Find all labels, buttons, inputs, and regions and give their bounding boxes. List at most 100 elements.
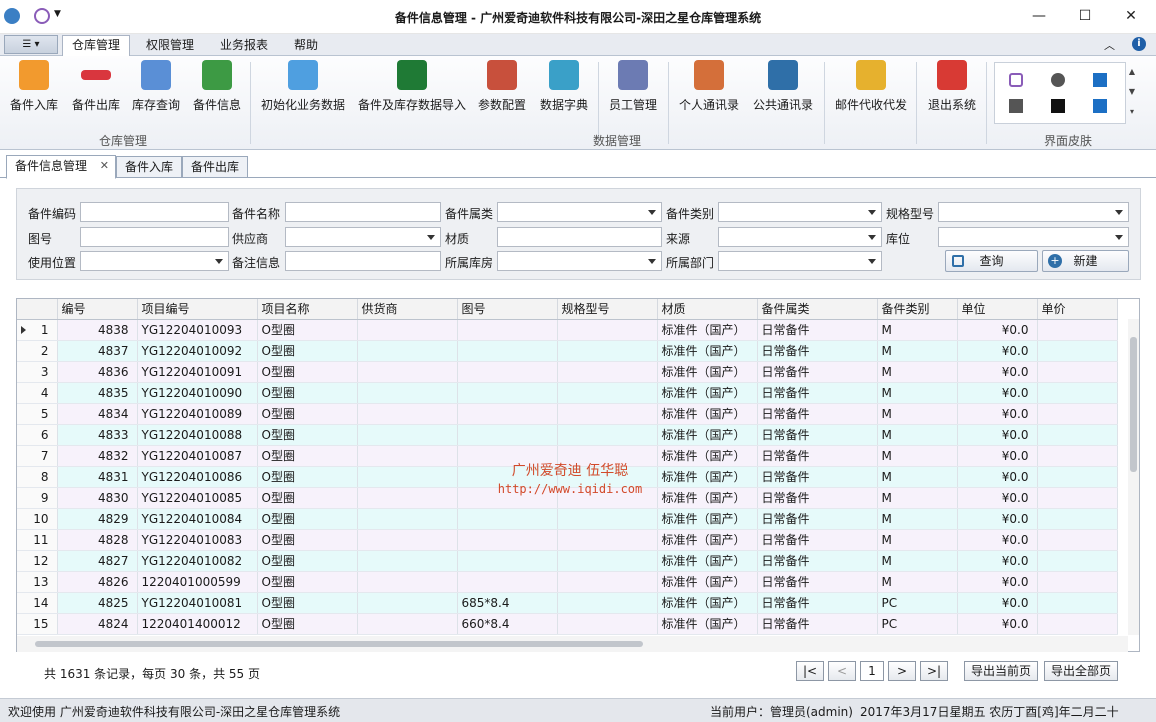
location-select[interactable] bbox=[938, 227, 1129, 247]
ribbon-button-exit[interactable]: 退出系统 bbox=[924, 60, 980, 113]
info-icon[interactable]: i bbox=[1132, 37, 1146, 51]
remarks-input[interactable] bbox=[285, 251, 441, 271]
supplier-cell[interactable] bbox=[357, 550, 458, 572]
supplier-cell[interactable] bbox=[357, 571, 458, 593]
unit-cell[interactable]: ¥0.0 bbox=[957, 319, 1038, 341]
row-number[interactable]: 11 bbox=[17, 529, 58, 551]
ribbon-button-params[interactable]: 参数配置 bbox=[476, 60, 528, 113]
part-class-cell[interactable]: 日常备件 bbox=[757, 424, 878, 446]
unit-cell[interactable]: ¥0.0 bbox=[957, 508, 1038, 530]
column-header[interactable]: 单价 bbox=[1037, 299, 1118, 320]
id-cell[interactable]: 4837 bbox=[57, 340, 138, 362]
part-category-cell[interactable]: M bbox=[877, 319, 958, 341]
supplier-cell[interactable] bbox=[357, 403, 458, 425]
supplier-cell[interactable] bbox=[357, 340, 458, 362]
material-cell[interactable]: 标准件（国产） bbox=[657, 529, 758, 551]
skin-gallery[interactable] bbox=[994, 62, 1126, 124]
spec-model-cell[interactable] bbox=[557, 613, 658, 635]
supplier-cell[interactable] bbox=[357, 592, 458, 614]
doc-tab-stock-out[interactable]: 备件出库 bbox=[182, 156, 249, 178]
skin-option-icon[interactable] bbox=[1051, 99, 1065, 113]
part-class-cell[interactable]: 日常备件 bbox=[757, 529, 878, 551]
row-number[interactable]: 3 bbox=[17, 361, 58, 383]
item-name-cell[interactable]: O型圈 bbox=[257, 466, 358, 488]
item-name-cell[interactable]: O型圈 bbox=[257, 424, 358, 446]
menu-tab-warehouse[interactable]: 仓库管理 bbox=[62, 35, 131, 57]
skin-gallery-scroll[interactable]: ▲ ▼ ▾ bbox=[1126, 62, 1138, 124]
new-button[interactable]: + 新建 bbox=[1042, 250, 1129, 272]
material-cell[interactable]: 标准件（国产） bbox=[657, 319, 758, 341]
table-row[interactable]: 13 4826 1220401000599 O型圈 标准件（国产） 日常备件 M ¥0.0 bbox=[17, 571, 1118, 593]
warehouse-select[interactable] bbox=[497, 251, 662, 271]
column-header[interactable]: 备件类别 bbox=[877, 299, 958, 320]
row-number[interactable]: 7 bbox=[17, 445, 58, 467]
supplier-cell[interactable] bbox=[357, 382, 458, 404]
item-code-cell[interactable]: YG12204010086 bbox=[137, 466, 258, 488]
ribbon-button-staff[interactable]: 员工管理 bbox=[606, 60, 660, 113]
supplier-cell[interactable] bbox=[357, 424, 458, 446]
menu-tab-reports[interactable]: 业务报表 bbox=[211, 36, 277, 56]
material-cell[interactable]: 标准件（国产） bbox=[657, 487, 758, 509]
drawing-no-cell[interactable] bbox=[457, 340, 558, 362]
item-code-cell[interactable]: 1220401400012 bbox=[137, 613, 258, 635]
table-row[interactable]: 4 4835 YG12204010090 O型圈 标准件（国产） 日常备件 M ¥0.0 bbox=[17, 382, 1118, 404]
column-header[interactable]: 图号 bbox=[457, 299, 558, 320]
item-code-cell[interactable]: YG12204010090 bbox=[137, 382, 258, 404]
item-name-cell[interactable]: O型圈 bbox=[257, 361, 358, 383]
material-cell[interactable]: 标准件（国产） bbox=[657, 424, 758, 446]
ribbon-button-inventory-query[interactable]: 库存查询 bbox=[130, 60, 182, 113]
skin-option-icon[interactable] bbox=[1093, 73, 1107, 87]
drawing-no-cell[interactable] bbox=[457, 529, 558, 551]
source-select[interactable] bbox=[718, 227, 882, 247]
column-header[interactable]: 单位 bbox=[957, 299, 1038, 320]
ribbon-button-stock-in[interactable]: 备件入库 bbox=[8, 60, 60, 113]
id-cell[interactable]: 4831 bbox=[57, 466, 138, 488]
row-number[interactable]: 14 bbox=[17, 592, 58, 614]
spec-model-cell[interactable] bbox=[557, 424, 658, 446]
supplier-cell[interactable] bbox=[357, 466, 458, 488]
table-row[interactable]: 12 4827 YG12204010082 O型圈 标准件（国产） 日常备件 M ¥0.0 bbox=[17, 550, 1118, 572]
id-cell[interactable]: 4828 bbox=[57, 529, 138, 551]
part-category-cell[interactable]: M bbox=[877, 403, 958, 425]
unit-cell[interactable]: ¥0.0 bbox=[957, 529, 1038, 551]
drawing-no-cell[interactable] bbox=[457, 550, 558, 572]
spec-model-cell[interactable] bbox=[557, 340, 658, 362]
supplier-cell[interactable] bbox=[357, 487, 458, 509]
unit-cell[interactable]: ¥0.0 bbox=[957, 424, 1038, 446]
table-row[interactable]: 1 4838 YG12204010093 O型圈 标准件（国产） 日常备件 M ¥0.0 bbox=[17, 319, 1118, 341]
item-name-cell[interactable]: O型圈 bbox=[257, 487, 358, 509]
item-code-cell[interactable]: YG12204010085 bbox=[137, 487, 258, 509]
item-code-cell[interactable]: YG12204010081 bbox=[137, 592, 258, 614]
column-header[interactable]: 材质 bbox=[657, 299, 758, 320]
unit-cell[interactable]: ¥0.0 bbox=[957, 613, 1038, 635]
table-row[interactable]: 6 4833 YG12204010088 O型圈 标准件（国产） 日常备件 M ¥0.0 bbox=[17, 424, 1118, 446]
vertical-scrollbar[interactable] bbox=[1128, 319, 1139, 635]
drawing-no-cell[interactable] bbox=[457, 571, 558, 593]
part-category-cell[interactable]: M bbox=[877, 445, 958, 467]
spec-model-cell[interactable] bbox=[557, 550, 658, 572]
minimize-button[interactable]: — bbox=[1016, 0, 1062, 32]
spec-model-cell[interactable] bbox=[557, 319, 658, 341]
next-page-button[interactable]: > bbox=[888, 661, 916, 681]
item-name-cell[interactable]: O型圈 bbox=[257, 319, 358, 341]
item-name-cell[interactable]: O型圈 bbox=[257, 403, 358, 425]
part-class-cell[interactable]: 日常备件 bbox=[757, 466, 878, 488]
part-category-cell[interactable]: M bbox=[877, 571, 958, 593]
item-code-cell[interactable]: 1220401000599 bbox=[137, 571, 258, 593]
ribbon-button-import[interactable]: 备件及库存数据导入 bbox=[356, 60, 468, 113]
item-code-cell[interactable]: YG12204010087 bbox=[137, 445, 258, 467]
part-category-cell[interactable]: M bbox=[877, 508, 958, 530]
id-cell[interactable]: 4838 bbox=[57, 319, 138, 341]
prev-page-button[interactable]: < bbox=[828, 661, 856, 681]
table-row[interactable]: 15 4824 1220401400012 O型圈 660*8.4 标准件（国产） 日常备件… bbox=[17, 613, 1118, 635]
spec-model-cell[interactable] bbox=[557, 403, 658, 425]
material-cell[interactable]: 标准件（国产） bbox=[657, 361, 758, 383]
row-number[interactable]: 9 bbox=[17, 487, 58, 509]
part-category-cell[interactable]: PC bbox=[877, 592, 958, 614]
part-class-cell[interactable]: 日常备件 bbox=[757, 382, 878, 404]
row-number[interactable]: 8 bbox=[17, 466, 58, 488]
item-code-cell[interactable]: YG12204010084 bbox=[137, 508, 258, 530]
column-header[interactable]: 供货商 bbox=[357, 299, 458, 320]
part-class-cell[interactable]: 日常备件 bbox=[757, 487, 878, 509]
maximize-button[interactable]: ☐ bbox=[1062, 0, 1108, 32]
